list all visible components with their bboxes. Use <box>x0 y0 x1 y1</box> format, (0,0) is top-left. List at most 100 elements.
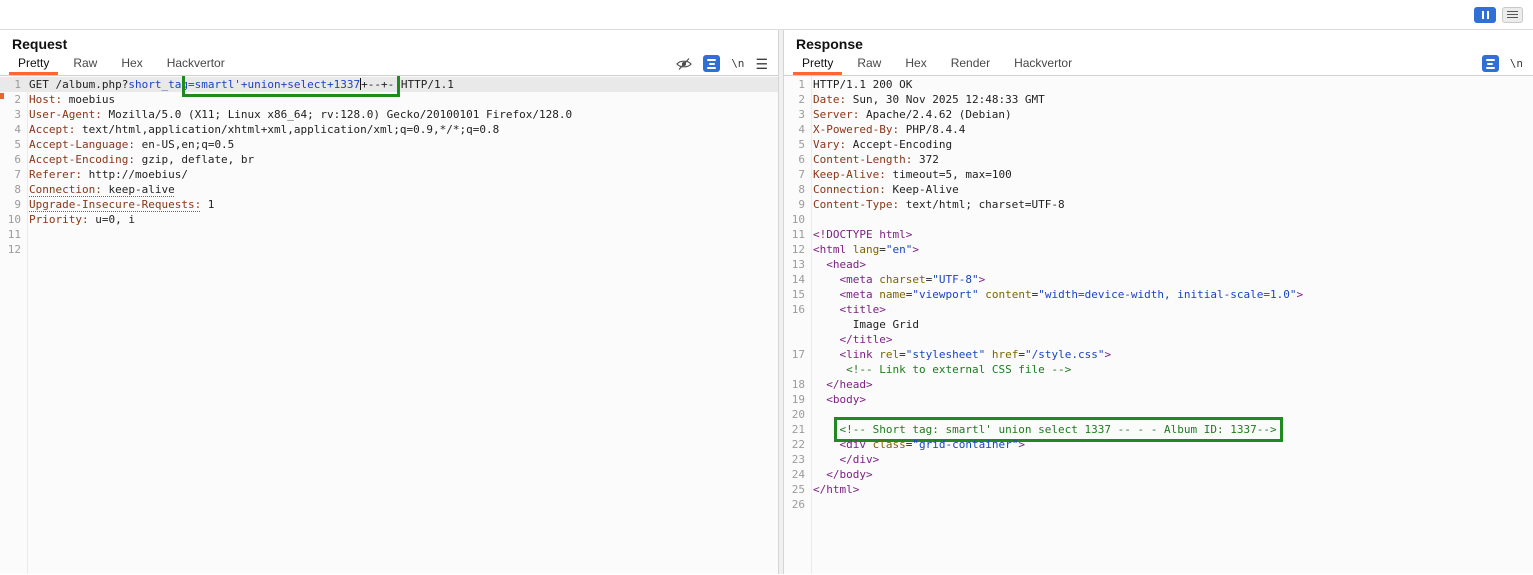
code-line[interactable]: 7 Referer: http://moebius/ <box>0 167 778 182</box>
code-line[interactable]: 2 Date: Sun, 30 Nov 2025 12:48:33 GMT <box>784 92 1533 107</box>
code-line[interactable]: 5 Accept-Language: en-US,en;q=0.5 <box>0 137 778 152</box>
code-line[interactable]: 22 <div class="grid-container"> <box>784 437 1533 452</box>
tab-hackvertor[interactable]: Hackvertor <box>155 52 237 75</box>
code-line[interactable]: 20 <box>784 407 1533 422</box>
response-editor[interactable]: 1 HTTP/1.1 200 OK 2 Date: Sun, 30 Nov 2025 … <box>784 76 1533 574</box>
payload-highlight-box: =smartl'+union+select+1337+--+- <box>181 76 401 97</box>
code-token: </div> <box>839 453 880 466</box>
tab-hackvertor[interactable]: Hackvertor <box>1002 52 1084 75</box>
code-line[interactable]: 3 Server: Apache/2.4.62 (Debian) <box>784 107 1533 122</box>
code-line[interactable]: 3 User-Agent: Mozilla/5.0 (X11; Linux x86… <box>0 107 778 122</box>
code-line[interactable]: Image Grid <box>784 317 1533 332</box>
code-line[interactable]: 8 Connection: keep-alive <box>0 182 778 197</box>
hide-eye-icon[interactable] <box>676 57 692 71</box>
code-token: en-US,en;q=0.5 <box>134 138 235 151</box>
code-token: Upgrade-Insecure-Requests: <box>29 198 202 211</box>
tab-hex[interactable]: Hex <box>893 52 938 75</box>
line-number: 9 <box>798 198 805 211</box>
code-token: <meta <box>839 288 880 301</box>
code-line[interactable]: 10 <box>784 212 1533 227</box>
code-line[interactable]: 12 <box>0 242 778 257</box>
code-line[interactable]: 9 Upgrade-Insecure-Requests: 1 <box>0 197 778 212</box>
code-token: Accept: <box>29 123 76 136</box>
request-editor[interactable]: 1 GET /album.php?short_tag=smartl'+union+… <box>0 76 778 574</box>
code-line[interactable]: 14 <meta charset="UTF-8"> <box>784 272 1533 287</box>
code-line[interactable]: 23 </div> <box>784 452 1533 467</box>
code-line[interactable]: 16 <title> <box>784 302 1533 317</box>
code-token: Keep-Alive: <box>813 168 886 181</box>
payload-highlight-box: <!-- Short tag: smartl' union select 133… <box>833 417 1283 442</box>
code-line[interactable]: 1 HTTP/1.1 200 OK <box>784 77 1533 92</box>
code-token: "grid-container" <box>912 438 1019 451</box>
line-number: 4 <box>14 123 21 136</box>
code-line[interactable]: 17 <link rel="stylesheet" href="/style.c… <box>784 347 1533 362</box>
code-token: short_tag <box>128 78 188 91</box>
code-line[interactable]: 26 <box>784 497 1533 512</box>
tab-pretty[interactable]: Pretty <box>790 52 845 75</box>
code-line[interactable]: 8 Connection: Keep-Alive <box>784 182 1533 197</box>
code-token: Accept-Encoding: <box>29 153 135 166</box>
line-number: 8 <box>14 183 21 196</box>
code-token: Referer: <box>29 168 82 181</box>
tab-pretty[interactable]: Pretty <box>6 52 61 75</box>
line-number: 22 <box>791 438 805 451</box>
newline-toggle[interactable]: \n <box>731 57 744 70</box>
code-line[interactable]: 25 </html> <box>784 482 1533 497</box>
line-number: 4 <box>798 123 805 136</box>
code-token: moebius <box>62 93 116 106</box>
code-token: gzip, deflate, br <box>134 153 255 166</box>
request-panel: Request Pretty Raw Hex Hackvertor \n ☰ 1… <box>0 30 779 574</box>
code-token: keep-alive <box>101 183 175 196</box>
window-menu-icon[interactable] <box>1502 6 1523 23</box>
code-line[interactable]: 6 Accept-Encoding: gzip, deflate, br <box>0 152 778 167</box>
line-number: 5 <box>798 138 805 151</box>
code-line[interactable]: 13 <head> <box>784 257 1533 272</box>
pause-icon[interactable] <box>1474 6 1496 23</box>
code-line[interactable]: 19 <body> <box>784 392 1533 407</box>
line-number: 6 <box>798 153 805 166</box>
code-line[interactable]: <!-- Link to external CSS file --> <box>784 362 1533 377</box>
code-line[interactable]: 24 </body> <box>784 467 1533 482</box>
tab-raw[interactable]: Raw <box>61 52 109 75</box>
code-line[interactable]: 10 Priority: u=0, i <box>0 212 778 227</box>
pretty-print-icon[interactable] <box>703 55 721 72</box>
tab-raw[interactable]: Raw <box>845 52 893 75</box>
code-token: GET /album.php? <box>29 78 129 91</box>
response-panel: Response Pretty Raw Hex Render Hackvertor \n… <box>784 30 1533 574</box>
code-line[interactable]: 5 Vary: Accept-Encoding <box>784 137 1533 152</box>
code-line[interactable]: 7 Keep-Alive: timeout=5, max=100 <box>784 167 1533 182</box>
code-line[interactable]: 18 </head> <box>784 377 1533 392</box>
code-line[interactable]: </title> <box>784 332 1533 347</box>
code-line[interactable]: 2 Host: moebius <box>0 92 778 107</box>
code-token: <link <box>839 348 880 361</box>
code-token: PHP/8.4.4 <box>899 123 966 136</box>
editor-menu-icon[interactable]: ☰ <box>755 57 768 71</box>
code-line[interactable]: 9 Content-Type: text/html; charset=UTF-8 <box>784 197 1533 212</box>
line-number: 5 <box>14 138 21 151</box>
line-number: 10 <box>791 213 805 226</box>
code-token: = <box>879 243 886 256</box>
tab-render[interactable]: Render <box>939 52 1002 75</box>
code-line[interactable]: 11 <!DOCTYPE html> <box>784 227 1533 242</box>
code-line[interactable]: 1 GET /album.php?short_tag=smartl'+union+… <box>0 76 778 97</box>
code-token: > <box>1018 438 1025 451</box>
code-line[interactable]: 11 <box>0 227 778 242</box>
code-token: Priority: <box>29 213 89 226</box>
code-token: Server: <box>813 108 860 121</box>
code-line[interactable]: 4 X-Powered-By: PHP/8.4.4 <box>784 122 1533 137</box>
code-token: "stylesheet" <box>905 348 986 361</box>
code-line[interactable]: 4 Accept: text/html,application/xhtml+xml… <box>0 122 778 137</box>
code-line[interactable]: 12 <html lang="en"> <box>784 242 1533 257</box>
code-line[interactable]: 6 Content-Length: 372 <box>784 152 1533 167</box>
line-number: 14 <box>791 273 805 286</box>
code-line[interactable]: 21 <!-- Short tag: smartl' union select … <box>784 417 1533 442</box>
code-token: <head> <box>826 258 866 271</box>
pretty-print-icon[interactable] <box>1481 55 1499 72</box>
code-token: u=0, i <box>88 213 135 226</box>
newline-toggle[interactable]: \n <box>1510 57 1523 70</box>
code-line[interactable]: 15 <meta name="viewport" content="width=… <box>784 287 1533 302</box>
tab-hex[interactable]: Hex <box>109 52 154 75</box>
